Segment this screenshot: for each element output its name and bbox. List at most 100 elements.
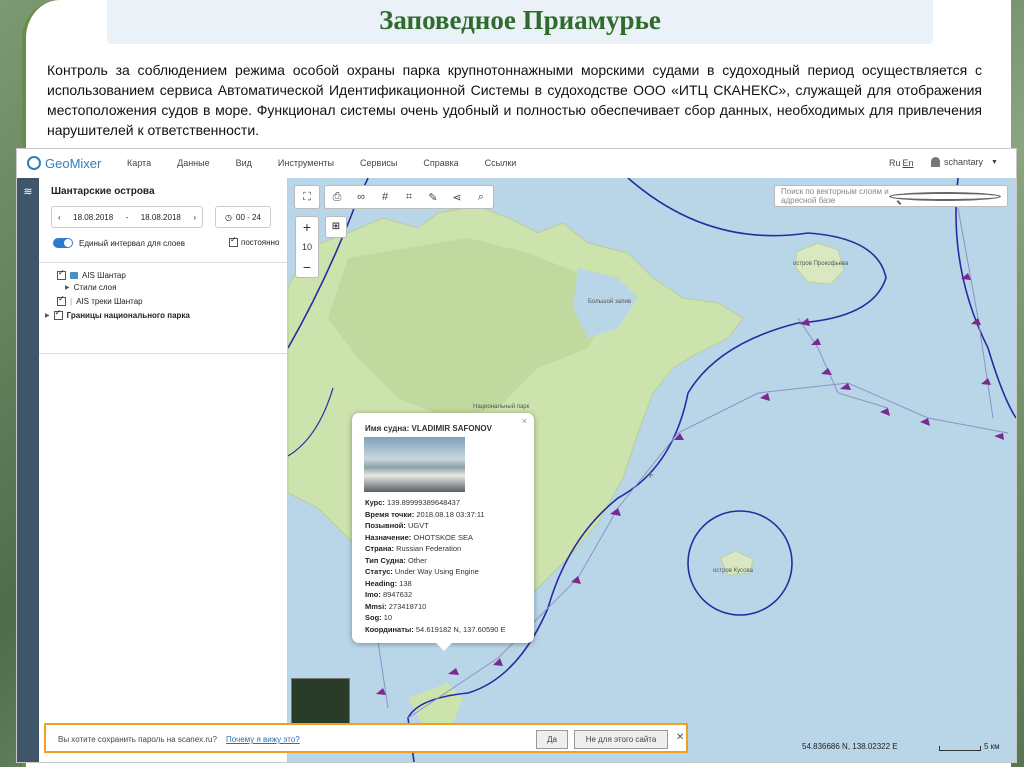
not-this-site-button[interactable]: Не для этого сайта bbox=[574, 730, 668, 749]
label-kusova: остров Кусова bbox=[713, 568, 753, 574]
label-prokofiev: остров Прокофьева bbox=[793, 261, 849, 267]
attr-row: Тип Судна: Other bbox=[365, 555, 427, 565]
attr-row: Heading: 138 bbox=[365, 578, 412, 588]
fullscreen-icon[interactable]: ⛶ bbox=[295, 186, 319, 208]
single-interval-toggle[interactable] bbox=[53, 238, 73, 248]
triangle-right-icon[interactable]: ▶ bbox=[65, 284, 70, 291]
menu-tools[interactable]: Инструменты bbox=[278, 158, 334, 168]
layer-park-borders[interactable]: ▶ Границы национального парка bbox=[45, 308, 190, 320]
vessel-name-label: Имя судна: bbox=[365, 424, 410, 433]
attr-row: Страна: Russian Federation bbox=[365, 544, 462, 553]
menu-services[interactable]: Сервисы bbox=[360, 158, 397, 168]
left-sidebar-strip: ≋ bbox=[17, 178, 39, 762]
grid-icon[interactable]: # bbox=[373, 186, 397, 208]
save-password-bar: Вы хотите сохранить пароль на scanex.ru?… bbox=[44, 723, 688, 753]
globe-icon bbox=[27, 156, 41, 170]
date-range-picker[interactable]: ‹ 18.08.2018 - 18.08.2018 › bbox=[51, 206, 203, 228]
permanent-checkbox[interactable] bbox=[229, 235, 238, 247]
link-icon[interactable]: ∞ bbox=[349, 186, 373, 208]
lang-ru[interactable]: Ru bbox=[889, 158, 901, 168]
layer-borders-label[interactable]: Границы национального парка bbox=[67, 311, 190, 320]
vessel-name: VLADIMIR SAFONOV bbox=[411, 424, 492, 433]
layer-ais-checkbox[interactable] bbox=[57, 268, 66, 280]
permanent-label: постоянно bbox=[241, 238, 280, 247]
print-icon[interactable]: ⎙ bbox=[325, 186, 349, 208]
user-menu[interactable]: schantary ▼ bbox=[931, 157, 998, 167]
layers-switch-icon[interactable]: ⊞ bbox=[325, 216, 347, 238]
layer-ais-label[interactable]: AIS Шантар bbox=[82, 271, 126, 280]
main-menu: Карта Данные Вид Инструменты Сервисы Спр… bbox=[127, 158, 542, 168]
top-menu-bar: GeoMixer Карта Данные Вид Инструменты Се… bbox=[17, 149, 1016, 179]
time-range-picker[interactable]: ◷ 00 - 24 bbox=[215, 206, 271, 228]
attr-row: Sog: 10 bbox=[365, 613, 393, 622]
layer-styles-label[interactable]: Стили слоя bbox=[74, 283, 117, 292]
attr-row: Mmsi: 273418710 bbox=[365, 601, 427, 611]
zoom-level: 10 bbox=[301, 242, 312, 252]
geomixer-logo[interactable]: GeoMixer bbox=[27, 155, 101, 171]
fullscreen-tool[interactable]: ⛶ bbox=[294, 185, 320, 209]
date-to[interactable]: 18.08.2018 bbox=[141, 213, 181, 222]
divider-icon: | bbox=[70, 297, 73, 306]
vessel-photo bbox=[364, 437, 465, 492]
menu-map[interactable]: Карта bbox=[127, 158, 151, 168]
search-icon[interactable] bbox=[889, 191, 1001, 201]
menu-data[interactable]: Данные bbox=[177, 158, 210, 168]
search-input[interactable]: Поиск по векторным слоям и адресной базе bbox=[774, 185, 1008, 207]
layers-icon[interactable]: ≋ bbox=[22, 186, 34, 198]
single-interval-label: Единый интервал для слоев bbox=[79, 239, 185, 248]
search-placeholder: Поиск по векторным слоям и адресной базе bbox=[781, 187, 889, 205]
layer-borders-checkbox[interactable] bbox=[53, 308, 63, 320]
menu-view[interactable]: Вид bbox=[236, 158, 252, 168]
map-toolbar: ⎙ ∞ # ⌗ ✎ ⋖ ⌕ bbox=[324, 185, 494, 209]
zoom-out-button[interactable]: − bbox=[296, 257, 318, 277]
zoom-search-icon[interactable]: ⌕ bbox=[469, 186, 493, 208]
layer-ais[interactable]: AIS Шантар bbox=[57, 268, 126, 280]
vector-layer-icon bbox=[70, 272, 78, 279]
save-password-question: Вы хотите сохранить пароль на scanex.ru? bbox=[58, 735, 217, 744]
clock-icon: ◷ bbox=[225, 212, 233, 222]
share-icon[interactable]: ⋖ bbox=[445, 186, 469, 208]
date-separator: - bbox=[125, 212, 129, 222]
minimap[interactable] bbox=[291, 678, 350, 724]
close-icon[interactable]: ✕ bbox=[676, 732, 684, 743]
attr-row: Координаты: 54.619182 N, 137.60590 E bbox=[365, 624, 506, 634]
attr-row: Назначение: OHOTSKOE SEA bbox=[365, 532, 473, 542]
layer-tracks-label[interactable]: AIS треки Шантар bbox=[76, 297, 143, 306]
language-switch: Ru En bbox=[889, 158, 914, 168]
map-view[interactable]: + ⛶ ⎙ ∞ # ⌗ ✎ ⋖ ⌕ + 10 − ⊞ Поиск по вект bbox=[288, 178, 1016, 762]
select-area-icon[interactable]: ⌗ bbox=[397, 186, 421, 208]
logo-text: GeoMixer bbox=[45, 155, 102, 171]
scale-bar bbox=[939, 746, 981, 751]
layer-styles[interactable]: ▶ Стили слоя bbox=[65, 283, 116, 292]
chevron-right-icon[interactable]: › bbox=[193, 213, 196, 222]
vessel-name-row: Имя судна: VLADIMIR SAFONOV bbox=[365, 424, 492, 433]
date-from[interactable]: 18.08.2018 bbox=[73, 213, 113, 222]
presentation-slide: Заповедное Приамурье Контроль за соблюде… bbox=[0, 0, 1024, 767]
menu-help[interactable]: Справка bbox=[423, 158, 458, 168]
vessel-popup: × Имя судна: VLADIMIR SAFONOV Курс: 139.… bbox=[352, 413, 534, 651]
lang-en[interactable]: En bbox=[903, 158, 914, 168]
map-cursor-cross: + bbox=[646, 470, 654, 481]
scale-label: 5 км bbox=[984, 742, 1000, 751]
close-icon[interactable]: × bbox=[522, 416, 527, 426]
marker-icon[interactable]: ✎ bbox=[421, 186, 445, 208]
menu-links[interactable]: Ссылки bbox=[485, 158, 517, 168]
triangle-right-icon[interactable]: ▶ bbox=[45, 312, 50, 319]
time-range: 00 - 24 bbox=[236, 212, 261, 222]
layer-tracks-checkbox[interactable] bbox=[57, 294, 66, 306]
attr-row: Время точки: 2018.08.18 03:37:11 bbox=[365, 509, 485, 519]
layers-panel: Шантарские острова ‹ 18.08.2018 - 18.08.… bbox=[39, 178, 288, 762]
why-link[interactable]: Почему я вижу это? bbox=[226, 735, 300, 744]
slide-title: Заповедное Приамурье bbox=[379, 5, 661, 35]
permanent-option[interactable]: постоянно bbox=[229, 235, 280, 247]
layer-ais-tracks[interactable]: | AIS треки Шантар bbox=[57, 294, 143, 306]
ship-track-north bbox=[957, 207, 994, 419]
label-settlement: Национальный парк bbox=[473, 404, 530, 410]
chevron-left-icon[interactable]: ‹ bbox=[58, 213, 61, 222]
yes-button[interactable]: Да bbox=[536, 730, 568, 749]
attr-row: Курс: 139.89999389648437 bbox=[365, 498, 460, 507]
south-shore-land bbox=[408, 683, 463, 726]
attr-row: Imo: 8947632 bbox=[365, 590, 413, 599]
zoom-in-button[interactable]: + bbox=[296, 217, 318, 237]
map-title: Шантарские острова bbox=[51, 186, 155, 197]
